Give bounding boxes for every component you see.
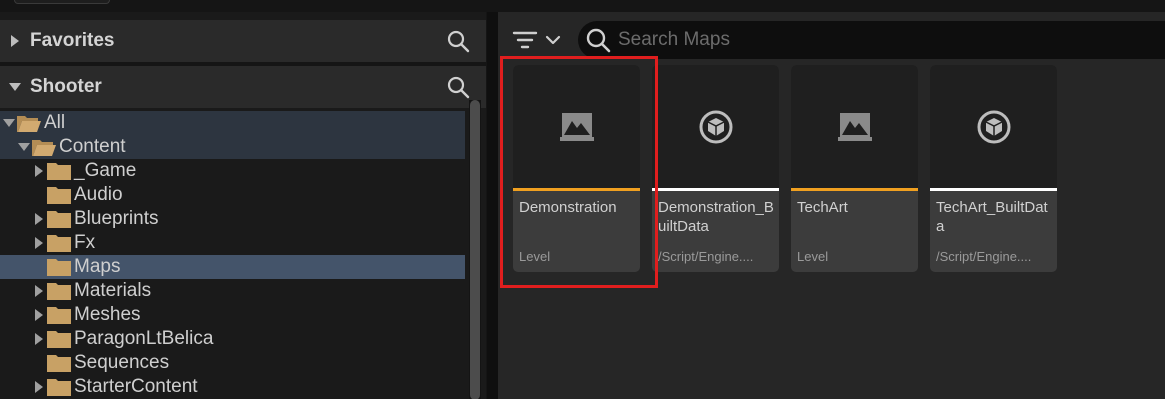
tree-item-meshes[interactable]: Meshes bbox=[0, 303, 465, 327]
tree-item-materials[interactable]: Materials bbox=[0, 279, 465, 303]
tree-item-sequences[interactable]: Sequences bbox=[0, 351, 465, 375]
tree-item-label: Materials bbox=[74, 280, 152, 301]
tree-item-label: Content bbox=[59, 136, 126, 157]
top-strip bbox=[0, 0, 1165, 12]
asset-type-bar bbox=[791, 188, 918, 191]
search-box[interactable] bbox=[578, 21, 1165, 59]
tree-item-audio[interactable]: Audio bbox=[0, 183, 465, 207]
tree-item-all[interactable]: All bbox=[0, 111, 465, 135]
toolbar-edge bbox=[14, 0, 110, 4]
expanded-arrow-icon[interactable] bbox=[2, 111, 16, 135]
panel-splitter[interactable] bbox=[487, 12, 498, 399]
filter-button[interactable] bbox=[512, 26, 564, 54]
asset-type: /Script/Engine.... bbox=[936, 249, 1032, 264]
collapsed-arrow-icon[interactable] bbox=[32, 303, 46, 327]
folder-icon bbox=[46, 159, 73, 183]
asset-tile-techart[interactable]: TechArt Level bbox=[791, 65, 918, 272]
folder-icon bbox=[46, 255, 73, 279]
tree-item-paragonltbelica[interactable]: ParagonLtBelica bbox=[0, 327, 465, 351]
collapsed-arrow-icon[interactable] bbox=[0, 34, 30, 48]
folder-icon bbox=[46, 279, 73, 303]
asset-name: TechArt_BuiltData bbox=[936, 199, 1048, 235]
asset-type: /Script/Engine.... bbox=[658, 249, 754, 264]
tree-scrollbar[interactable] bbox=[469, 100, 481, 399]
search-icon bbox=[578, 27, 618, 53]
highlight-box bbox=[500, 56, 658, 288]
collapsed-arrow-icon[interactable] bbox=[32, 279, 46, 303]
folder-icon bbox=[46, 207, 73, 231]
scrollbar-thumb[interactable] bbox=[470, 100, 480, 399]
collapsed-arrow-icon[interactable] bbox=[32, 207, 46, 231]
open-folder-icon bbox=[31, 135, 58, 159]
folder-icon bbox=[46, 231, 73, 255]
tree-item-label: _Game bbox=[74, 160, 137, 181]
tree-item-label: Sequences bbox=[74, 352, 170, 373]
asset-type-bar bbox=[930, 188, 1057, 191]
tree-item-label: StarterContent bbox=[74, 376, 198, 397]
tree-item-blueprints[interactable]: Blueprints bbox=[0, 207, 465, 231]
search-icon[interactable] bbox=[430, 20, 486, 62]
tree-item-content[interactable]: Content bbox=[0, 135, 465, 159]
tree-item-label: Fx bbox=[74, 232, 96, 253]
level-icon bbox=[837, 112, 872, 141]
folder-tree: All Content _Game Audio Blueprints Fx Ma… bbox=[0, 111, 465, 399]
folder-icon bbox=[46, 351, 73, 375]
tree-item-label: Meshes bbox=[74, 304, 141, 325]
sources-panel: Favorites Shooter All Content _Game Audi… bbox=[0, 12, 486, 399]
tree-item-label: All bbox=[44, 112, 66, 133]
favorites-label: Favorites bbox=[30, 30, 115, 51]
folder-icon bbox=[46, 375, 73, 399]
expanded-arrow-icon[interactable] bbox=[17, 135, 31, 159]
collapsed-arrow-icon[interactable] bbox=[32, 231, 46, 255]
asset-type: Level bbox=[797, 249, 829, 264]
tree-item-startercontent[interactable]: StarterContent bbox=[0, 375, 465, 399]
expanded-arrow-icon[interactable] bbox=[0, 82, 30, 92]
asset-name: Demonstration_BuiltData bbox=[658, 199, 774, 235]
built-data-icon bbox=[699, 110, 732, 143]
open-folder-icon bbox=[16, 111, 43, 135]
asset-tile-techart-builtdata[interactable]: TechArt_BuiltData /Script/Engine.... bbox=[930, 65, 1057, 272]
asset-thumbnail bbox=[930, 65, 1057, 188]
folder-icon bbox=[46, 327, 73, 351]
tree-item-label: Maps bbox=[74, 256, 121, 277]
tree-item-label: Blueprints bbox=[74, 208, 159, 229]
favorites-header[interactable]: Favorites bbox=[0, 20, 486, 62]
search-input[interactable] bbox=[618, 29, 1165, 51]
tree-item-label: Audio bbox=[74, 184, 123, 205]
project-label: Shooter bbox=[30, 76, 102, 97]
folder-icon bbox=[46, 303, 73, 327]
built-data-icon bbox=[977, 110, 1010, 143]
collapsed-arrow-icon[interactable] bbox=[32, 327, 46, 351]
tree-item-fx[interactable]: Fx bbox=[0, 231, 465, 255]
asset-type-bar bbox=[652, 188, 779, 191]
asset-thumbnail bbox=[791, 65, 918, 188]
folder-icon bbox=[46, 183, 73, 207]
asset-thumbnail bbox=[652, 65, 779, 188]
filter-icon bbox=[512, 31, 538, 49]
collapsed-arrow-icon[interactable] bbox=[32, 159, 46, 183]
asset-tile-demonstration-builtdata[interactable]: Demonstration_BuiltData /Script/Engine..… bbox=[652, 65, 779, 272]
tree-item-game[interactable]: _Game bbox=[0, 159, 465, 183]
tree-item-maps[interactable]: Maps bbox=[0, 255, 465, 279]
asset-name: TechArt bbox=[797, 199, 848, 216]
tree-item-label: ParagonLtBelica bbox=[74, 328, 214, 349]
collapsed-arrow-icon[interactable] bbox=[32, 375, 46, 399]
chevron-down-icon bbox=[545, 35, 561, 45]
project-header[interactable]: Shooter bbox=[0, 66, 486, 108]
